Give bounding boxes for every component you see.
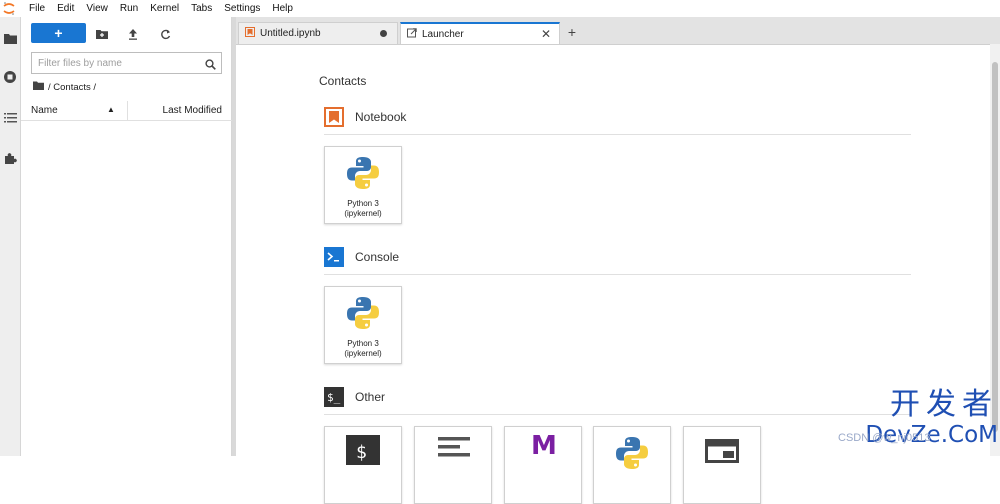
- add-tab-icon[interactable]: +: [564, 22, 580, 42]
- new-folder-icon[interactable]: [95, 27, 109, 41]
- left-sidebar: [0, 17, 21, 456]
- section-divider: [324, 274, 911, 275]
- folder-icon[interactable]: [3, 31, 17, 45]
- file-browser-panel: + / Contacts / Name ▲ Last Modified: [21, 17, 232, 456]
- notebook-icon: [324, 107, 344, 127]
- tab-untitled-notebook[interactable]: Untitled.ipynb: [238, 22, 398, 44]
- breadcrumb-path[interactable]: / Contacts /: [48, 82, 96, 93]
- close-icon[interactable]: ✕: [541, 27, 551, 41]
- contextual-help-card[interactable]: [683, 426, 761, 504]
- upload-icon[interactable]: [126, 27, 140, 41]
- menu-edit[interactable]: Edit: [51, 0, 80, 17]
- section-title: Notebook: [355, 110, 407, 124]
- menu-settings[interactable]: Settings: [218, 0, 266, 17]
- markdown-file-card[interactable]: M: [504, 426, 582, 504]
- section-title: Other: [355, 390, 386, 404]
- notebook-icon: [245, 27, 255, 40]
- section-divider: [324, 134, 911, 135]
- card-label: Python 3 (ipykernel): [344, 199, 382, 218]
- tab-launcher[interactable]: Launcher ✕: [400, 22, 560, 44]
- column-last-modified[interactable]: Last Modified: [163, 105, 222, 116]
- table-of-contents-icon[interactable]: [3, 110, 17, 124]
- column-divider[interactable]: [127, 101, 128, 121]
- running-kernels-icon[interactable]: [3, 70, 17, 84]
- other-section: $_ Other: [324, 386, 911, 415]
- file-list-header: Name ▲ Last Modified: [21, 101, 232, 121]
- extension-manager-icon[interactable]: [3, 151, 17, 165]
- watermark-line1: 开发者: [890, 387, 998, 422]
- svg-text:$_: $_: [327, 391, 341, 404]
- section-title: Console: [355, 250, 400, 264]
- text-file-icon: [438, 437, 470, 468]
- jupyter-logo-icon: [0, 0, 26, 17]
- svg-text:$: $: [356, 442, 367, 463]
- notebook-section: Notebook: [324, 106, 911, 135]
- filter-files-field[interactable]: [31, 52, 222, 74]
- python-logo-icon: [345, 295, 381, 336]
- menu-run[interactable]: Run: [114, 0, 144, 17]
- refresh-icon[interactable]: [158, 27, 172, 41]
- unsaved-indicator-icon[interactable]: [380, 30, 387, 37]
- markdown-icon: M: [531, 431, 557, 461]
- text-file-card[interactable]: [414, 426, 492, 504]
- breadcrumb: / Contacts /: [33, 81, 96, 93]
- menu-view[interactable]: View: [80, 0, 114, 17]
- terminal-card[interactable]: $: [324, 426, 402, 504]
- tab-label: Untitled.ipynb: [260, 28, 321, 39]
- search-icon: [205, 57, 216, 75]
- console-icon: [324, 247, 344, 267]
- column-name[interactable]: Name: [31, 105, 58, 116]
- menu-tabs[interactable]: Tabs: [185, 0, 218, 17]
- filter-files-input[interactable]: [32, 53, 192, 74]
- home-folder-icon[interactable]: [33, 81, 44, 93]
- terminal-icon: $: [346, 435, 380, 470]
- tab-label: Launcher: [422, 28, 464, 40]
- launcher-cwd: Contacts: [319, 74, 367, 88]
- python-logo-icon: [345, 155, 381, 196]
- scrollbar-thumb[interactable]: [992, 62, 998, 432]
- card-label: Python 3 (ipykernel): [344, 339, 382, 358]
- new-launcher-button[interactable]: +: [31, 23, 86, 43]
- menu-help[interactable]: Help: [266, 0, 299, 17]
- file-browser-toolbar: +: [21, 21, 232, 47]
- menubar: File Edit View Run Kernel Tabs Settings …: [0, 0, 1000, 17]
- menu-kernel[interactable]: Kernel: [144, 0, 185, 17]
- python3-console-card[interactable]: Python 3 (ipykernel): [324, 286, 402, 364]
- document-tab-bar: Untitled.ipynb Launcher ✕ +: [236, 17, 1000, 44]
- sort-ascending-icon[interactable]: ▲: [107, 105, 115, 114]
- menu-file[interactable]: File: [26, 0, 51, 17]
- terminal-icon: $_: [324, 387, 344, 407]
- window-icon: [705, 439, 739, 468]
- section-divider: [324, 414, 911, 415]
- console-section: Console: [324, 246, 911, 275]
- watermark-line3: CSDN @w_nj0513: [838, 432, 931, 444]
- python-file-card[interactable]: [593, 426, 671, 504]
- launcher-icon: [407, 27, 417, 41]
- python3-notebook-card[interactable]: Python 3 (ipykernel): [324, 146, 402, 224]
